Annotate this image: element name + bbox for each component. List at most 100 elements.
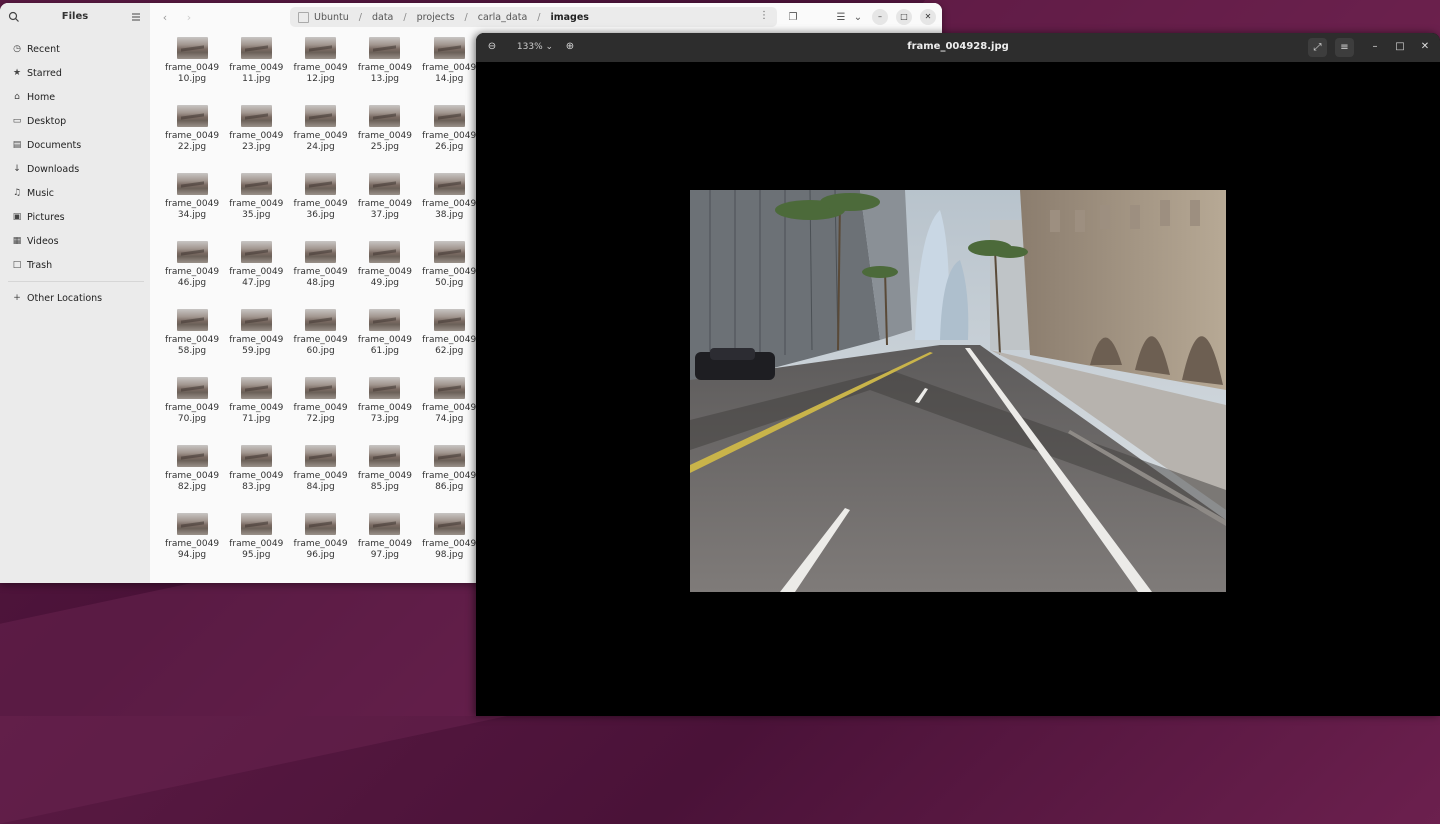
image-thumbnail: [433, 513, 465, 535]
file-name-line2: 94.jpg: [177, 550, 207, 560]
file-item[interactable]: frame_0049 61.jpg: [353, 309, 417, 357]
breadcrumb-carla-data[interactable]: carla_data: [478, 12, 528, 23]
file-item[interactable]: frame_0049 37.jpg: [353, 173, 417, 221]
file-name-line1: frame_0049: [229, 471, 284, 481]
file-item[interactable]: frame_0049 36.jpg: [289, 173, 353, 221]
file-name: frame_0049 11.jpg: [224, 63, 288, 85]
breadcrumb-ubuntu[interactable]: Ubuntu: [314, 12, 349, 23]
file-item[interactable]: frame_0049 73.jpg: [353, 377, 417, 425]
maximize-button[interactable]: □: [1393, 40, 1407, 54]
file-name-line1: frame_0049: [357, 199, 412, 209]
file-name: frame_0049 98.jpg: [417, 539, 481, 561]
minimize-button[interactable]: –: [872, 9, 888, 25]
more-options-icon[interactable]: ⋮: [759, 10, 769, 21]
minimize-button[interactable]: –: [1368, 40, 1382, 54]
file-name: frame_0049 95.jpg: [224, 539, 288, 561]
file-name: frame_0049 62.jpg: [417, 335, 481, 357]
close-button[interactable]: ✕: [920, 9, 936, 25]
file-item[interactable]: frame_0049 49.jpg: [353, 241, 417, 289]
file-item[interactable]: frame_0049 24.jpg: [289, 105, 353, 153]
file-item[interactable]: frame_0049 94.jpg: [160, 513, 224, 561]
back-icon[interactable]: ‹: [158, 11, 172, 25]
file-item[interactable]: frame_0049 11.jpg: [224, 37, 288, 85]
file-item[interactable]: frame_0049 48.jpg: [289, 241, 353, 289]
file-item[interactable]: frame_0049 95.jpg: [224, 513, 288, 561]
file-item[interactable]: frame_0049 62.jpg: [417, 309, 481, 357]
file-item[interactable]: frame_0049 96.jpg: [289, 513, 353, 561]
file-item[interactable]: frame_0049 26.jpg: [417, 105, 481, 153]
close-button[interactable]: ✕: [1418, 40, 1432, 54]
chevron-down-icon[interactable]: ⌄: [851, 11, 865, 25]
image-thumbnail: [176, 105, 208, 127]
forward-icon[interactable]: ›: [182, 11, 196, 25]
file-item[interactable]: frame_0049 86.jpg: [417, 445, 481, 493]
menu-icon[interactable]: ≡: [1335, 38, 1354, 57]
sidebar-item-videos[interactable]: ▦ Videos: [0, 229, 150, 253]
file-item[interactable]: frame_0049 13.jpg: [353, 37, 417, 85]
file-item[interactable]: frame_0049 72.jpg: [289, 377, 353, 425]
file-name-line1: frame_0049: [357, 539, 412, 549]
file-name-line2: 85.jpg: [370, 482, 400, 492]
file-item[interactable]: frame_0049 10.jpg: [160, 37, 224, 85]
file-item[interactable]: frame_0049 74.jpg: [417, 377, 481, 425]
file-name: frame_0049 60.jpg: [289, 335, 353, 357]
file-item[interactable]: frame_0049 60.jpg: [289, 309, 353, 357]
breadcrumb-images[interactable]: images: [550, 12, 588, 23]
image-thumbnail: [433, 173, 465, 195]
file-item[interactable]: frame_0049 50.jpg: [417, 241, 481, 289]
file-item[interactable]: frame_0049 82.jpg: [160, 445, 224, 493]
fullscreen-icon[interactable]: ⤢: [1308, 38, 1327, 57]
file-item[interactable]: frame_0049 58.jpg: [160, 309, 224, 357]
sidebar-item-music[interactable]: ♫ Music: [0, 181, 150, 205]
sidebar-item-recent[interactable]: ◷ Recent: [0, 37, 150, 61]
path-bar[interactable]: Ubuntu / data / projects / carla_data / …: [290, 7, 777, 27]
maximize-button[interactable]: □: [896, 9, 912, 25]
file-item[interactable]: frame_0049 22.jpg: [160, 105, 224, 153]
file-item[interactable]: frame_0049 25.jpg: [353, 105, 417, 153]
file-item[interactable]: frame_0049 71.jpg: [224, 377, 288, 425]
file-name-line2: 22.jpg: [177, 142, 207, 152]
file-item[interactable]: frame_0049 35.jpg: [224, 173, 288, 221]
file-item[interactable]: frame_0049 46.jpg: [160, 241, 224, 289]
hamburger-menu-icon[interactable]: [130, 11, 142, 23]
sidebar: Files ◷ Recent ★ Starred ⌂ Home ▭ Desktop ▤ Docum…: [0, 3, 150, 583]
breadcrumb-projects[interactable]: projects: [417, 12, 455, 23]
sidebar-item-documents[interactable]: ▤ Documents: [0, 133, 150, 157]
sidebar-item-desktop[interactable]: ▭ Desktop: [0, 109, 150, 133]
sidebar-item-trash[interactable]: □ Trash: [0, 253, 150, 277]
sidebar-item-other-locations[interactable]: + Other Locations: [0, 286, 150, 310]
file-name: frame_0049 36.jpg: [289, 199, 353, 221]
sidebar-item-starred[interactable]: ★ Starred: [0, 61, 150, 85]
file-item[interactable]: frame_0049 23.jpg: [224, 105, 288, 153]
file-name-line1: frame_0049: [164, 199, 220, 209]
sidebar-item-home[interactable]: ⌂ Home: [0, 85, 150, 109]
file-name-line2: 50.jpg: [435, 278, 464, 288]
file-item[interactable]: frame_0049 12.jpg: [289, 37, 353, 85]
file-name: frame_0049 37.jpg: [353, 199, 417, 221]
list-view-icon[interactable]: ☰: [834, 11, 848, 25]
file-item[interactable]: frame_0049 38.jpg: [417, 173, 481, 221]
file-item[interactable]: frame_0049 14.jpg: [417, 37, 481, 85]
file-item[interactable]: frame_0049 70.jpg: [160, 377, 224, 425]
file-item[interactable]: frame_0049 83.jpg: [224, 445, 288, 493]
sidebar-item-label: Videos: [27, 235, 59, 247]
sidebar-item-pictures[interactable]: ▣ Pictures: [0, 205, 150, 229]
file-name-line2: 95.jpg: [242, 550, 271, 560]
image-thumbnail: [369, 377, 401, 399]
sidebar-item-downloads[interactable]: ↓ Downloads: [0, 157, 150, 181]
file-item[interactable]: frame_0049 59.jpg: [224, 309, 288, 357]
file-item[interactable]: frame_0049 98.jpg: [417, 513, 481, 561]
image-thumbnail: [433, 377, 465, 399]
new-folder-icon[interactable]: ❐: [786, 11, 800, 25]
file-item[interactable]: frame_0049 84.jpg: [289, 445, 353, 493]
image-thumbnail: [369, 173, 401, 195]
breadcrumb-data[interactable]: data: [372, 12, 393, 23]
file-name-line2: 60.jpg: [306, 346, 335, 356]
file-item[interactable]: frame_0049 97.jpg: [353, 513, 417, 561]
sidebar-list: ◷ Recent ★ Starred ⌂ Home ▭ Desktop ▤ Documents ↓ D…: [0, 37, 150, 310]
file-name: frame_0049 96.jpg: [289, 539, 353, 561]
file-item[interactable]: frame_0049 85.jpg: [353, 445, 417, 493]
file-item[interactable]: frame_0049 34.jpg: [160, 173, 224, 221]
sidebar-divider: [8, 281, 144, 282]
file-item[interactable]: frame_0049 47.jpg: [224, 241, 288, 289]
